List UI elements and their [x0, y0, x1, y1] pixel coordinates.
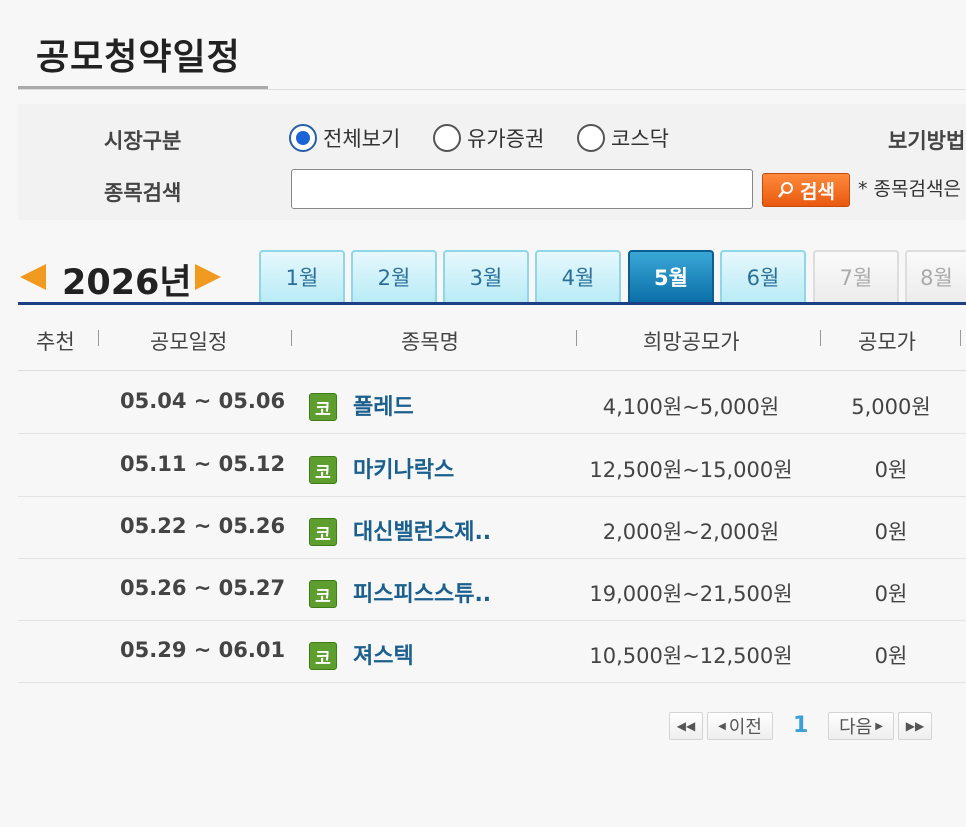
tab-month-1[interactable]: 1월 [259, 250, 345, 302]
header-name: 종목명 [401, 330, 459, 354]
stock-search-input[interactable] [291, 169, 753, 209]
kosdaq-badge-icon: 코 [309, 642, 337, 670]
header-separator [291, 330, 292, 346]
header-separator [576, 330, 577, 346]
row-price: 5,000원 [851, 395, 931, 419]
row-period: 05.26 ~ 05.27 [120, 576, 286, 600]
tab-month-5[interactable]: 5월 [628, 250, 714, 302]
table-row: 05.11 ~ 05.12 코 마키나락스 12,500원~15,000원 0원 [18, 434, 966, 497]
table-row: 05.26 ~ 05.27 코 피스피스스튜.. 19,000원~21,500원… [18, 558, 966, 621]
right-arrow-icon: ▶ [875, 720, 883, 732]
row-stock-name[interactable]: 마키나락스 [353, 452, 454, 484]
header-separator [960, 330, 961, 346]
table-row: 05.04 ~ 05.06 코 폴레드 4,100원~5,000원 5,000원 [18, 371, 966, 434]
left-arrow-icon: ◀ [718, 720, 726, 732]
title-divider [18, 89, 966, 90]
magnifier-icon [778, 182, 794, 198]
tab-month-2[interactable]: 2월 [351, 250, 437, 302]
row-price: 0원 [874, 520, 908, 544]
radio-kospi[interactable]: 유가증권 [433, 123, 544, 153]
prev-page-button[interactable]: ◀ 이전 [707, 712, 773, 740]
header-separator [820, 330, 821, 346]
row-period: 05.22 ~ 05.26 [120, 514, 286, 538]
page-title: 공모청약일정 [36, 37, 241, 78]
prev-page-label: 이전 [728, 717, 762, 738]
tab-month-7[interactable]: 7월 [813, 250, 899, 302]
row-period: 05.04 ~ 05.06 [120, 389, 286, 413]
next-page-label: 다음 [839, 717, 873, 738]
next-year-arrow-icon[interactable] [195, 264, 221, 290]
double-right-arrow-icon: ▶▶ [905, 719, 925, 733]
row-hope-price: 2,000원~2,000원 [602, 520, 780, 544]
row-period: 05.11 ~ 05.12 [120, 452, 286, 476]
search-label: 종목검색 [104, 181, 182, 205]
radio-kospi-label: 유가증권 [467, 127, 545, 151]
tab-underline [18, 302, 966, 305]
next-page-button[interactable]: 다음 ▶ [828, 712, 894, 740]
radio-all[interactable]: 전체보기 [289, 123, 400, 153]
first-page-button[interactable]: ◀◀ [669, 712, 703, 740]
current-page[interactable]: 1 [793, 713, 808, 738]
table-row: 05.29 ~ 06.01 코 져스텍 10,500원~12,500원 0원 [18, 620, 966, 683]
row-price: 0원 [874, 644, 908, 668]
row-stock-name[interactable]: 폴레드 [353, 389, 414, 421]
row-period: 05.29 ~ 06.01 [120, 638, 286, 662]
row-price: 0원 [874, 458, 908, 482]
search-note: * 종목검색은 [858, 178, 961, 200]
header-recommend: 추천 [36, 330, 75, 354]
tab-month-8[interactable]: 8월 [905, 250, 966, 302]
search-button-label: 검색 [800, 180, 835, 203]
table-row: 05.22 ~ 05.26 코 대신밸런스제.. 2,000원~2,000원 0… [18, 496, 966, 559]
search-button[interactable]: 검색 [762, 173, 850, 207]
row-hope-price: 10,500원~12,500원 [589, 644, 793, 668]
radio-all-indicator[interactable] [289, 124, 317, 152]
row-hope-price: 12,500원~15,000원 [589, 458, 793, 482]
year-label: 2026년 [62, 263, 192, 303]
tab-month-3[interactable]: 3월 [443, 250, 529, 302]
last-page-button[interactable]: ▶▶ [898, 712, 932, 740]
radio-kosdaq[interactable]: 코스닥 [577, 123, 669, 153]
radio-all-label: 전체보기 [323, 127, 401, 151]
kosdaq-badge-icon: 코 [309, 456, 337, 484]
row-hope-price: 19,000원~21,500원 [589, 582, 793, 606]
row-stock-name[interactable]: 대신밸런스제.. [353, 514, 491, 546]
prev-year-arrow-icon[interactable] [20, 264, 46, 290]
radio-kosdaq-label: 코스닥 [611, 127, 669, 151]
row-price: 0원 [874, 582, 908, 606]
header-separator [98, 330, 99, 346]
tab-month-6[interactable]: 6월 [720, 250, 806, 302]
kosdaq-badge-icon: 코 [309, 580, 337, 608]
row-stock-name[interactable]: 피스피스스튜.. [353, 576, 491, 608]
kosdaq-badge-icon: 코 [309, 518, 337, 546]
radio-kosdaq-indicator[interactable] [577, 124, 605, 152]
row-hope-price: 4,100원~5,000원 [602, 395, 780, 419]
kosdaq-badge-icon: 코 [309, 393, 337, 421]
radio-kospi-indicator[interactable] [433, 124, 461, 152]
header-price: 공모가 [858, 330, 916, 354]
market-label: 시장구분 [104, 129, 182, 153]
view-method-label: 보기방법 [888, 129, 966, 153]
row-stock-name[interactable]: 져스텍 [353, 638, 414, 670]
double-left-arrow-icon: ◀◀ [676, 719, 696, 733]
tab-month-4[interactable]: 4월 [535, 250, 621, 302]
header-period: 공모일정 [150, 330, 228, 354]
header-hope-price: 희망공모가 [643, 330, 740, 354]
